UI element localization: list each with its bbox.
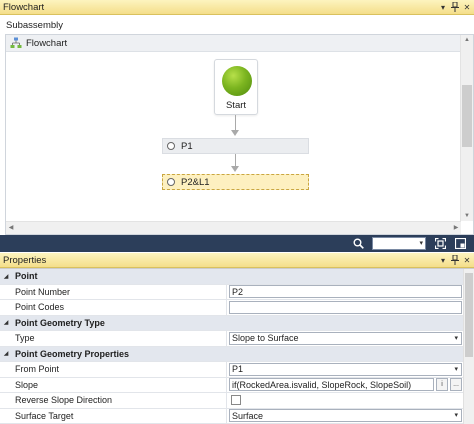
step-circle-icon (167, 142, 175, 150)
property-row-point-number: Point Number P2 (0, 284, 474, 300)
category-row-point[interactable]: ◢ Point (0, 269, 474, 285)
step-label: P2&L1 (181, 176, 210, 188)
zoom-combobox[interactable]: ▾ (372, 237, 426, 250)
info-icon[interactable]: i (436, 378, 448, 392)
type-dropdown[interactable]: Slope to Surface ▾ (229, 331, 462, 345)
start-node[interactable]: Start (214, 59, 258, 115)
close-icon[interactable]: ✕ (462, 1, 472, 13)
chevron-down-icon: ▾ (454, 365, 458, 373)
surface-target-dropdown[interactable]: Surface ▾ (229, 409, 462, 423)
properties-panel-title: Properties (3, 254, 47, 266)
horizontal-scrollbar[interactable]: ◀ ▶ (6, 221, 461, 234)
collapse-triangle-icon[interactable]: ◢ (0, 319, 12, 326)
properties-grid: ◢ Point Point Number P2 Point Codes ◢ Po… (0, 268, 474, 424)
flowchart-header-label: Flowchart (26, 37, 68, 49)
category-row-point-geometry-type[interactable]: ◢ Point Geometry Type (0, 315, 474, 331)
vertical-scrollbar[interactable]: ▲ ▼ (460, 35, 473, 221)
category-label: Point Geometry Properties (15, 348, 130, 359)
type-value: Slope to Surface (232, 333, 299, 344)
start-circle-icon (222, 66, 252, 96)
subassembly-label: Subassembly (6, 20, 64, 31)
point-number-field[interactable]: P2 (229, 285, 462, 299)
close-icon[interactable]: ✕ (462, 254, 472, 266)
connector-arrowhead (231, 130, 239, 136)
property-name: Point Codes (15, 300, 227, 315)
point-codes-field[interactable] (229, 300, 462, 314)
flowchart-canvas[interactable]: Flowchart Start P1 P2&L1 ▲ ▼ ◀ ▶ (5, 34, 474, 235)
surface-target-value: Surface (232, 410, 264, 421)
from-point-dropdown[interactable]: P1 ▾ (229, 362, 462, 376)
property-name: Type (15, 331, 227, 346)
slope-value: if(RockedArea.isvalid, SlopeRock, SlopeS… (232, 379, 412, 390)
property-row-point-codes: Point Codes (0, 300, 474, 316)
overview-icon[interactable] (453, 237, 467, 251)
step-label: P1 (181, 140, 193, 152)
from-point-value: P1 (232, 364, 244, 375)
app-window: Flowchart ▾ ✕ Subassembly Flowchart Star… (0, 0, 474, 424)
step-node-p2-l1[interactable]: P2&L1 (162, 174, 309, 190)
pin-icon[interactable] (450, 1, 460, 13)
connector-arrowhead (231, 166, 239, 172)
category-row-point-geometry-properties[interactable]: ◢ Point Geometry Properties (0, 346, 474, 362)
flowchart-icon (10, 37, 22, 48)
step-circle-icon (167, 178, 175, 186)
slope-expression-field[interactable]: if(RockedArea.isvalid, SlopeRock, SlopeS… (229, 378, 434, 392)
chevron-down-icon: ▾ (454, 412, 458, 420)
flowchart-toolbar: ▾ (0, 235, 474, 252)
property-name: From Point (15, 362, 227, 377)
property-row-from-point: From Point P1 ▾ (0, 362, 474, 378)
scroll-thumb[interactable] (465, 273, 473, 357)
category-label: Point (15, 271, 38, 282)
property-name: Slope (15, 377, 227, 392)
scroll-up-icon[interactable]: ▲ (461, 35, 473, 45)
property-name: Point Number (15, 284, 227, 299)
collapse-triangle-icon[interactable]: ◢ (0, 350, 12, 357)
ellipsis-button[interactable]: ... (450, 378, 462, 392)
scroll-thumb[interactable] (462, 85, 472, 147)
flowchart-panel-title-bar: Flowchart ▾ ✕ (0, 0, 474, 15)
flowchart-panel-title: Flowchart (3, 1, 45, 13)
fit-extents-icon[interactable] (433, 237, 447, 251)
property-row-surface-target: Surface Target Surface ▾ (0, 408, 474, 424)
property-row-slope: Slope if(RockedArea.isvalid, SlopeRock, … (0, 377, 474, 393)
pin-icon[interactable] (450, 254, 460, 266)
flowchart-header: Flowchart (6, 35, 461, 52)
category-label: Point Geometry Type (15, 317, 105, 328)
step-node-p1[interactable]: P1 (162, 138, 309, 154)
dropdown-arrow-icon[interactable]: ▾ (438, 254, 448, 266)
reverse-slope-checkbox[interactable] (231, 395, 241, 406)
property-row-reverse-slope-direction: Reverse Slope Direction (0, 393, 474, 409)
connector-line (235, 115, 236, 131)
scroll-right-icon[interactable]: ▶ (451, 222, 461, 234)
point-number-value: P2 (232, 286, 244, 297)
scroll-left-icon[interactable]: ◀ (6, 222, 16, 234)
properties-scrollbar[interactable] (463, 269, 474, 424)
start-node-label: Start (225, 100, 247, 111)
chevron-down-icon: ▾ (454, 334, 458, 342)
dropdown-arrow-icon[interactable]: ▾ (438, 1, 448, 13)
collapse-triangle-icon[interactable]: ◢ (0, 273, 12, 280)
properties-panel-title-bar: Properties ▾ ✕ (0, 253, 474, 268)
property-name: Surface Target (15, 408, 227, 423)
scroll-down-icon[interactable]: ▼ (461, 211, 473, 221)
chevron-down-icon: ▾ (419, 240, 423, 247)
property-name: Reverse Slope Direction (15, 393, 227, 408)
property-row-type: Type Slope to Surface ▾ (0, 331, 474, 347)
search-icon[interactable] (351, 237, 365, 251)
